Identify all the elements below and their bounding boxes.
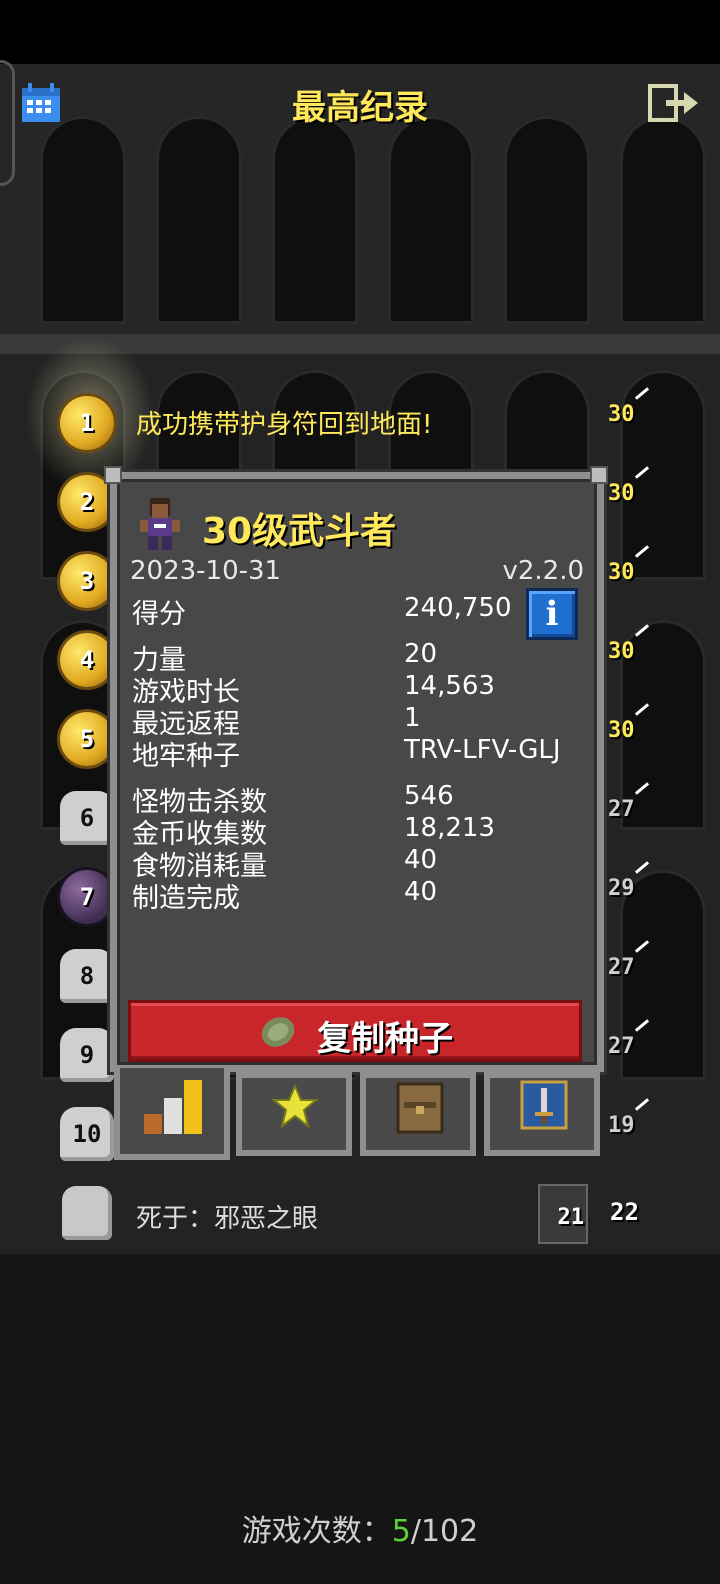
record-level: 30: [608, 560, 652, 600]
stat-value: 20: [404, 639, 438, 669]
rank-badge: 1: [60, 396, 114, 450]
record-level: 19: [608, 1113, 652, 1153]
rank-badge: 9: [60, 1028, 114, 1082]
copy-seed-label: 复制种子: [317, 1019, 453, 1059]
games-played-counter: 游戏次数：5/102: [0, 1506, 720, 1550]
record-level: 27: [608, 955, 652, 995]
info-button[interactable]: i: [526, 588, 578, 640]
copy-seed-button[interactable]: 复制种子: [128, 1000, 582, 1062]
tombstone-icon: [62, 1186, 112, 1240]
record-level: 27: [608, 1034, 652, 1074]
stat-label: 制造完成: [132, 883, 240, 914]
rank-badge: 5: [60, 712, 114, 766]
record-row[interactable]: 1 成功携带护身符回到地面! 30: [0, 388, 720, 458]
games-played-current: 5: [391, 1514, 411, 1549]
record-description: 成功携带护身符回到地面!: [136, 410, 433, 440]
monk-hero-icon: [140, 498, 180, 550]
star-icon: [272, 1084, 318, 1128]
sword-icon: [520, 1080, 568, 1130]
record-level: 30: [608, 639, 652, 679]
inventory-tab[interactable]: [360, 1072, 476, 1156]
stat-value: 18,213: [404, 813, 495, 843]
games-played-total: /102: [410, 1514, 479, 1549]
depth-value: 21: [557, 1205, 585, 1230]
game-version: v2.2.0: [502, 556, 584, 586]
seed-icon: [261, 1017, 295, 1047]
death-cause: 死于：邪恶之眼: [136, 1204, 319, 1234]
page-title: 最高纪录: [292, 88, 428, 128]
record-level: 27: [608, 797, 652, 837]
rank-badge: 8: [60, 949, 114, 1003]
stat-value: 240,750: [404, 593, 512, 623]
record-date: 2023-10-31: [130, 556, 282, 586]
backpack-icon: [396, 1082, 444, 1134]
status-bar: [0, 0, 720, 64]
depth-icon: 21: [538, 1184, 588, 1244]
frame-corner: [104, 466, 122, 484]
bar-chart-icon: [144, 1080, 202, 1134]
record-level: 30: [608, 718, 652, 758]
record-level: 30: [608, 481, 652, 521]
badges-tab[interactable]: [236, 1072, 352, 1156]
stat-value: 546: [404, 781, 454, 811]
record-level: 30: [608, 402, 652, 442]
rank-badge: 6: [60, 791, 114, 845]
stat-value: 14,563: [404, 671, 495, 701]
stat-value: 1: [404, 703, 421, 733]
rank-badge: 7: [60, 870, 114, 924]
stat-value: TRV-LFV-GLJ: [404, 735, 561, 765]
rank-badge: 4: [60, 633, 114, 687]
exit-icon[interactable]: [648, 82, 700, 124]
stat-value: 40: [404, 845, 438, 875]
stats-tab[interactable]: [114, 1068, 230, 1160]
record-level: 29: [608, 876, 652, 916]
hero-level: 22: [610, 1198, 639, 1226]
talents-tab[interactable]: [484, 1072, 600, 1156]
rank-badge: 10: [60, 1107, 114, 1161]
frame-corner: [590, 466, 608, 484]
games-played-label: 游戏次数：: [241, 1514, 392, 1549]
stat-label: 地牢种子: [132, 741, 240, 772]
stat-value: 40: [404, 877, 438, 907]
hero-title: 30级武斗者: [202, 511, 397, 552]
stat-label: 得分: [132, 599, 186, 630]
rank-badge: 3: [60, 554, 114, 608]
